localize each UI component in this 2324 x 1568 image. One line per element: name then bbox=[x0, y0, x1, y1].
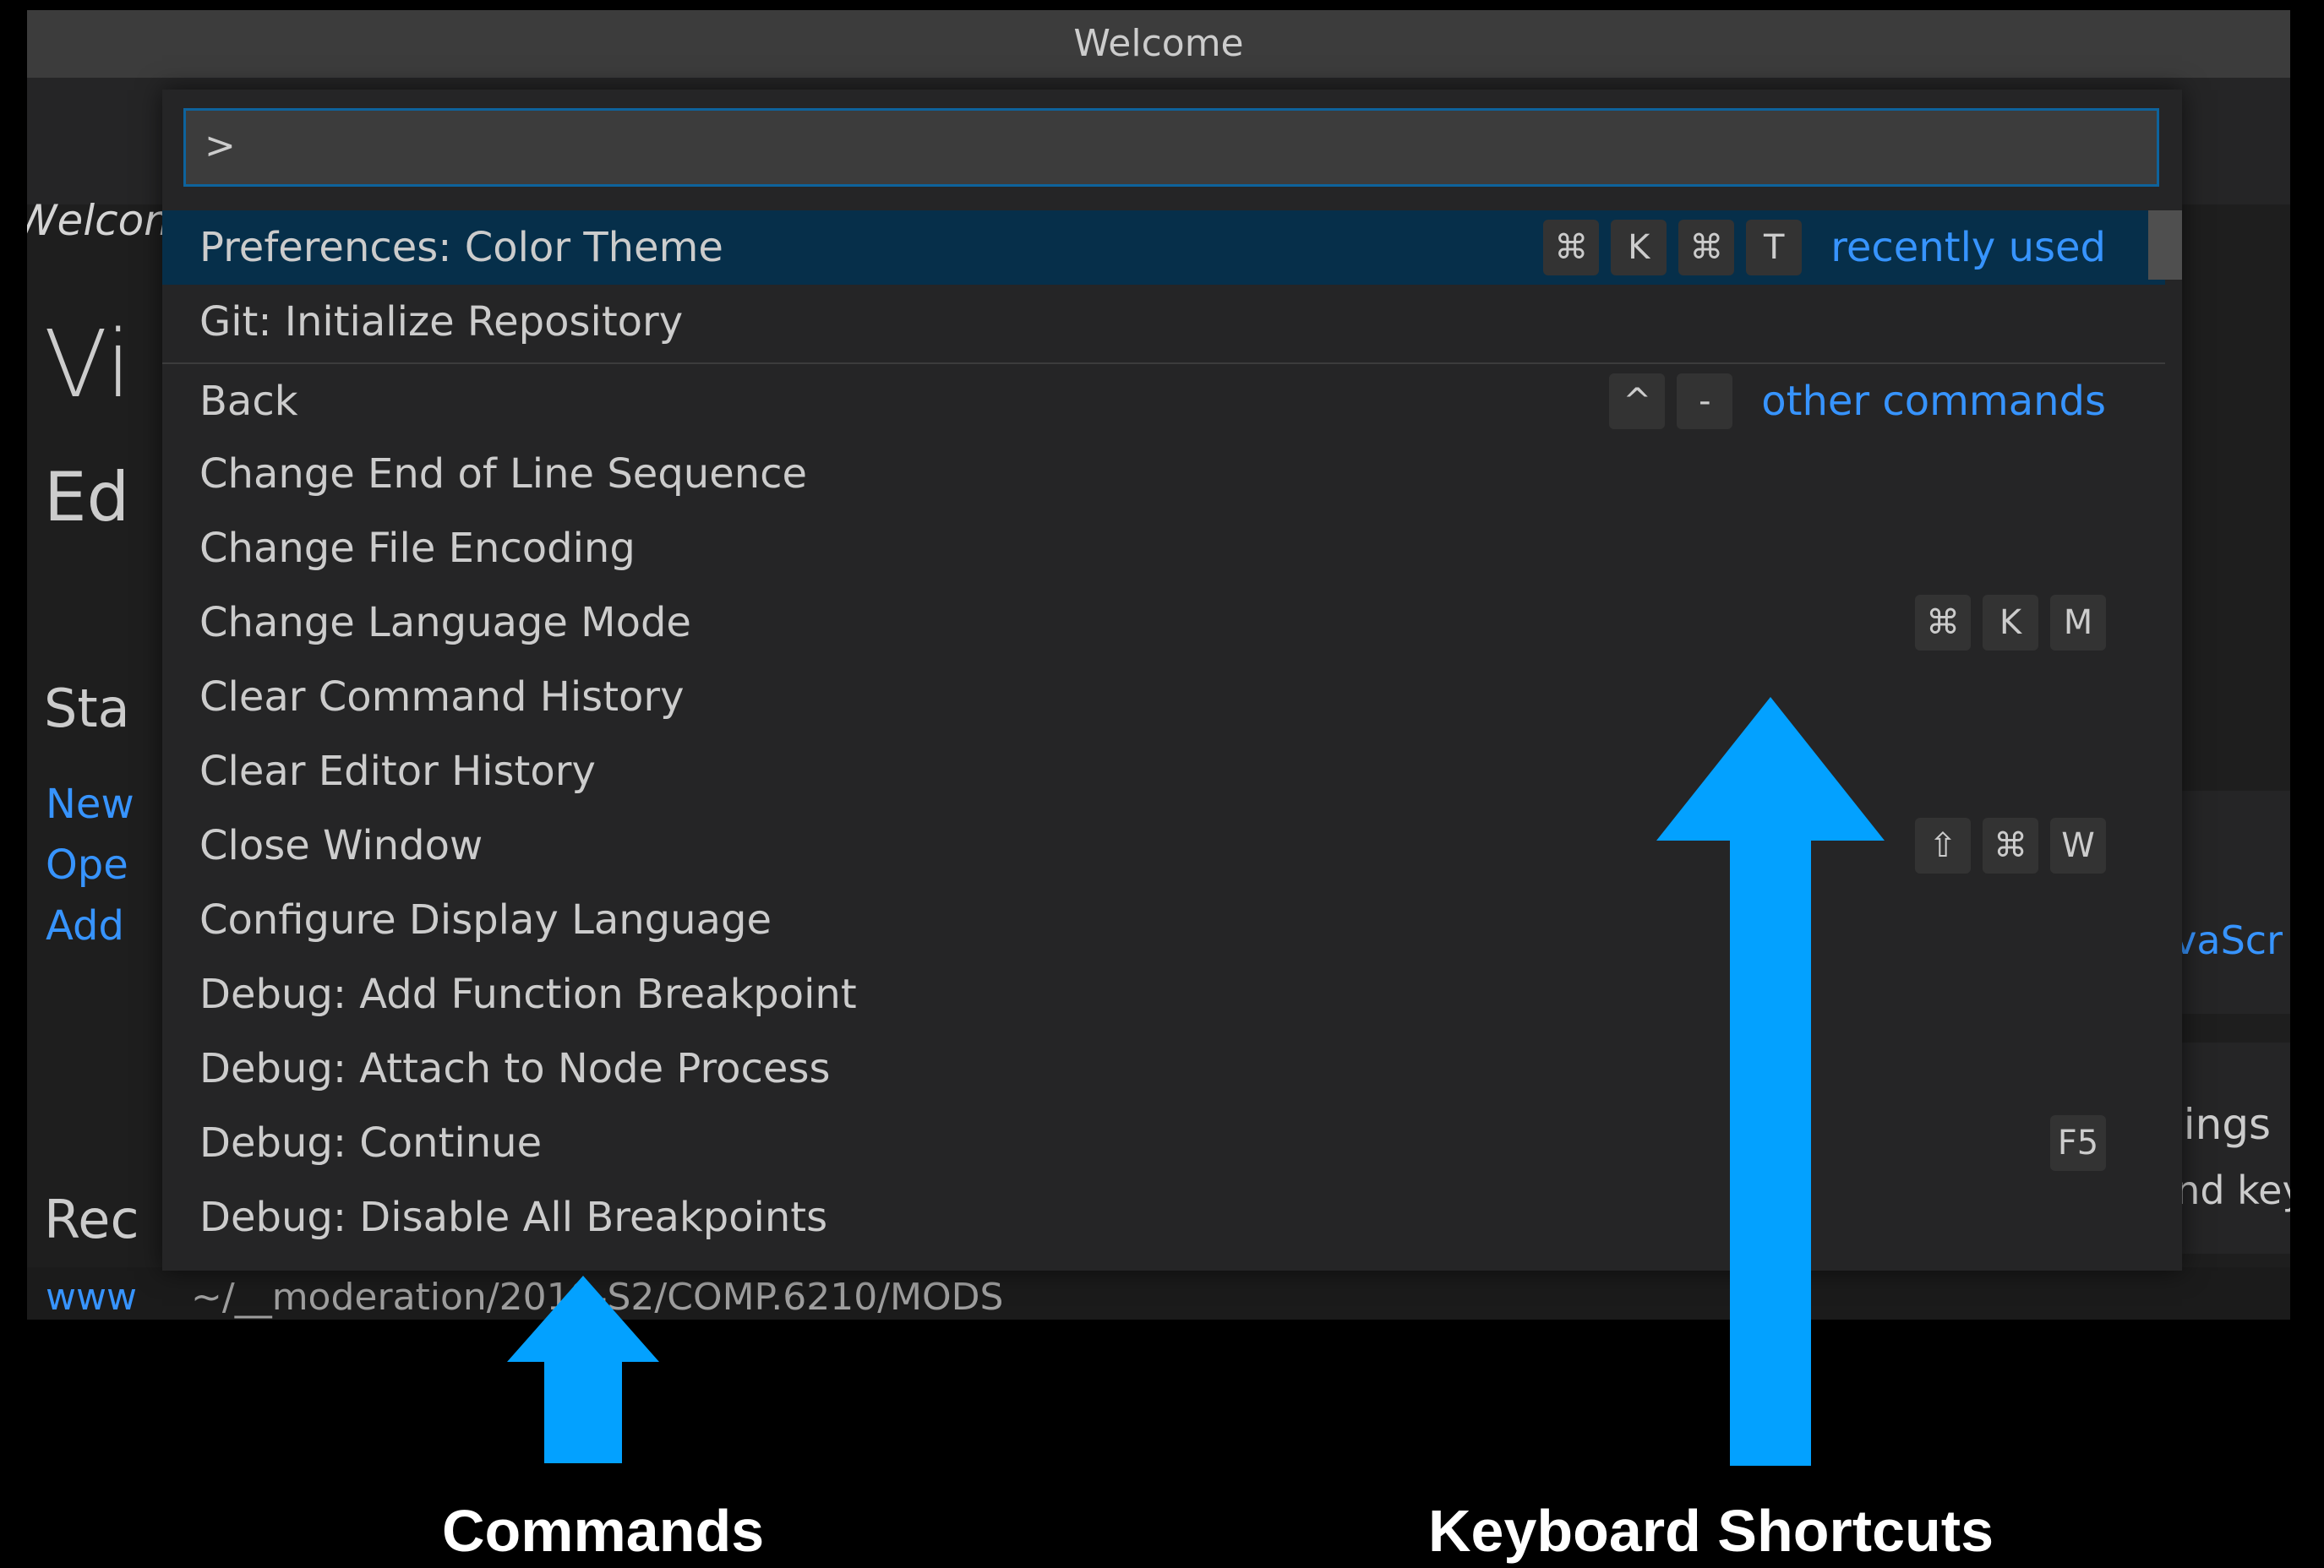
annotation-keyboard-shortcuts: Keyboard Shortcuts bbox=[1428, 1498, 1994, 1564]
keycap: M bbox=[2050, 595, 2106, 651]
keycap: T bbox=[1746, 220, 1803, 275]
keycap: W bbox=[2050, 818, 2106, 874]
command-item[interactable]: Back ^ - other commands bbox=[162, 362, 2165, 438]
command-input[interactable]: > bbox=[183, 108, 2159, 187]
command-item[interactable]: Preferences: Color Theme ⌘ K ⌘ Trecently use… bbox=[162, 210, 2165, 285]
arrow-up-icon bbox=[1656, 697, 1885, 1466]
title-bar: Welcome bbox=[27, 10, 2290, 78]
keycap: ⌘ bbox=[1983, 818, 2038, 874]
command-item[interactable]: Git: Initialize Repository bbox=[162, 285, 2165, 359]
command-label: Back bbox=[199, 378, 298, 425]
command-item[interactable]: Change End of Line Sequence bbox=[162, 437, 2165, 511]
welcome-subheading: Ed bbox=[44, 458, 130, 536]
command-label: Change File Encoding bbox=[199, 525, 636, 572]
command-label: Configure Display Language bbox=[199, 896, 772, 944]
command-label: Git: Initialize Repository bbox=[199, 298, 684, 346]
start-heading: Sta bbox=[44, 678, 130, 739]
command-label: Clear Command History bbox=[199, 673, 685, 721]
annotation-commands: Commands bbox=[442, 1498, 765, 1564]
window-title: Welcome bbox=[1073, 22, 1244, 65]
command-label: Preferences: Color Theme bbox=[199, 224, 723, 271]
keybinding-group: F5 bbox=[2038, 1106, 2106, 1180]
recent-heading: Rec bbox=[44, 1189, 139, 1250]
command-label: Close Window bbox=[199, 822, 483, 869]
command-label: Change Language Mode bbox=[199, 599, 691, 646]
command-label: Debug: Disable All Breakpoints bbox=[199, 1194, 828, 1241]
vscode-window: Welcome Welcome Vi Ed Sta New Ope Add Re… bbox=[27, 10, 2290, 1320]
keycap: F5 bbox=[2050, 1115, 2106, 1171]
keybinding-group: ⌘ K M bbox=[1903, 585, 2106, 660]
keybinding-group: ⇧ ⌘ W bbox=[1903, 808, 2106, 883]
command-item[interactable]: Change File Encoding bbox=[162, 511, 2165, 585]
scrollbar-thumb[interactable] bbox=[2148, 210, 2182, 280]
command-label: Change End of Line Sequence bbox=[199, 450, 808, 498]
keycap: ⌘ bbox=[1915, 595, 1971, 651]
keybinding-group: ⌘ K ⌘ Trecently used bbox=[1531, 210, 2106, 285]
command-label: Clear Editor History bbox=[199, 748, 596, 795]
command-label: Debug: Attach to Node Process bbox=[199, 1045, 831, 1092]
keycap: K bbox=[1983, 595, 2038, 651]
keycap: ^ bbox=[1609, 373, 1666, 429]
command-group-label: other commands bbox=[1761, 378, 2106, 425]
welcome-heading: Vi bbox=[44, 310, 132, 418]
command-item[interactable]: Change Language Mode ⌘ K M bbox=[162, 585, 2165, 660]
keycap: ⌘ bbox=[1678, 220, 1735, 275]
keycap: - bbox=[1677, 373, 1733, 429]
recent-link[interactable]: www bbox=[46, 1276, 137, 1319]
command-label: Debug: Add Function Breakpoint bbox=[199, 971, 857, 1018]
command-group-label: recently used bbox=[1830, 224, 2106, 271]
start-link-add[interactable]: Add bbox=[46, 902, 124, 950]
arrow-up-icon bbox=[507, 1276, 659, 1463]
keycap: ⇧ bbox=[1915, 818, 1971, 874]
keybinding-group: ^ - other commands bbox=[1597, 364, 2106, 438]
keycap: ⌘ bbox=[1543, 220, 1600, 275]
command-label: Debug: Continue bbox=[199, 1119, 543, 1167]
command-input-value: > bbox=[205, 124, 236, 167]
start-link-new[interactable]: New bbox=[46, 781, 134, 828]
start-link-open[interactable]: Ope bbox=[46, 841, 128, 889]
keycap: K bbox=[1611, 220, 1667, 275]
